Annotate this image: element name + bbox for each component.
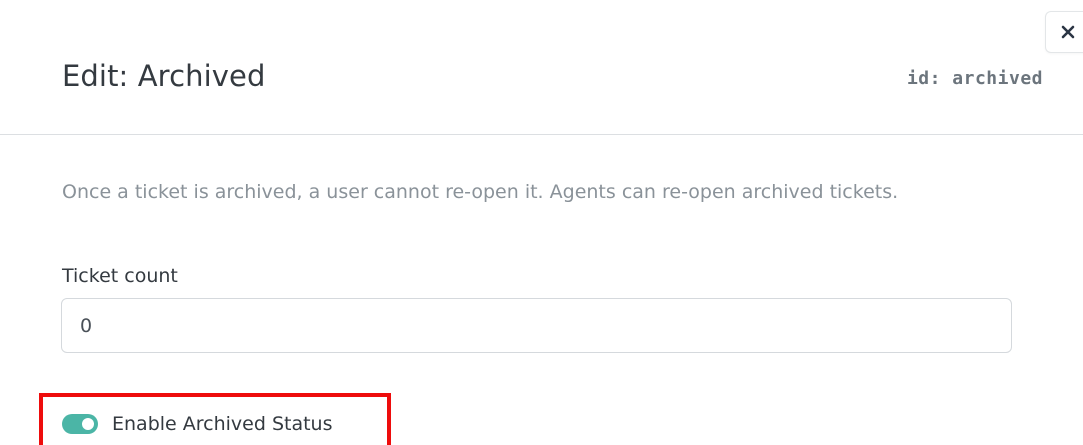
status-description: Once a ticket is archived, a user cannot… xyxy=(62,181,899,203)
dialog-header: Edit: Archived id: archived xyxy=(0,0,1083,135)
edit-status-panel: Edit: Archived id: archived Once a ticke… xyxy=(0,0,1083,445)
status-id-label: id: archived xyxy=(906,68,1043,89)
toggle-knob xyxy=(82,418,94,430)
close-button[interactable] xyxy=(1045,11,1083,53)
enable-archived-toggle[interactable] xyxy=(62,414,98,434)
ticket-count-input[interactable] xyxy=(61,298,1012,353)
close-icon xyxy=(1061,25,1074,39)
enable-archived-label[interactable]: Enable Archived Status xyxy=(112,410,333,438)
enable-archived-toggle-row: Enable Archived Status xyxy=(62,410,333,438)
page-title: Edit: Archived xyxy=(62,59,266,93)
ticket-count-label: Ticket count xyxy=(62,265,178,287)
